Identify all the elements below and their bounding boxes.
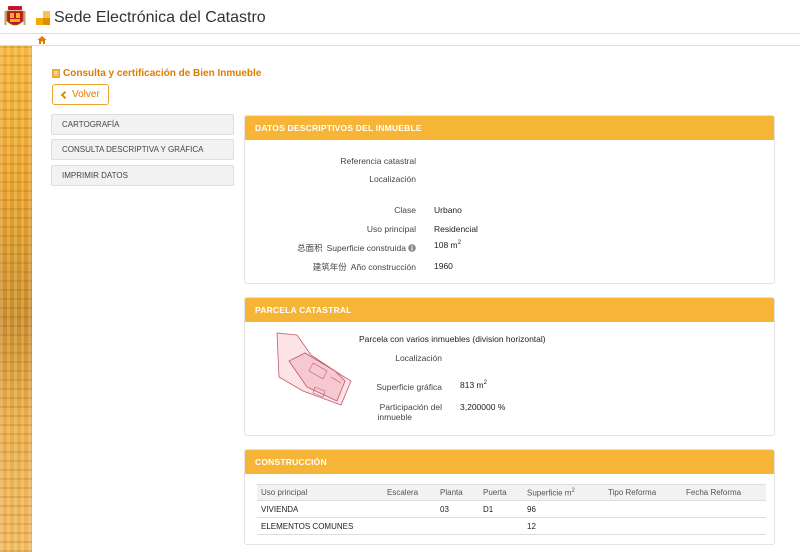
table-row: ELEMENTOS COMUNES 12 xyxy=(257,517,766,535)
table-cell: 96 xyxy=(523,500,604,518)
construction-table: Uso principal Escalera Planta Puerta Sup… xyxy=(257,484,766,535)
menu-item-imprimir-datos[interactable]: IMPRIMIR DATOS xyxy=(51,165,234,186)
localizacion-label: Localización xyxy=(369,174,416,184)
col-uso-principal: Uso principal xyxy=(257,484,383,501)
col-superficie: Superficie m2 xyxy=(523,484,604,501)
anio-annotation: 建筑年份 xyxy=(312,262,347,272)
parcel-localizacion-label: Localización xyxy=(395,353,442,363)
col-puerta: Puerta xyxy=(479,484,523,501)
participacion-label-2: inmueble xyxy=(377,412,413,422)
participacion-value: 3,200000 % xyxy=(460,402,506,412)
table-row: VIVIENDA 03 D1 96 xyxy=(257,500,766,518)
page-title: Consulta y certificación de Bien Inmuebl… xyxy=(63,67,262,79)
superficie-grafica-value: 813 m xyxy=(460,380,484,390)
parcel-description: Parcela con varios inmuebles (division h… xyxy=(359,334,546,344)
home-icon[interactable] xyxy=(37,35,47,45)
col-planta: Planta xyxy=(436,484,479,501)
table-cell xyxy=(682,500,766,518)
document-icon xyxy=(52,68,60,78)
construction-panel: CONSTRUCCIÓN Uso principal Escalera Plan… xyxy=(244,449,775,545)
parcel-panel: PARCELA CATASTRAL Parcela con varios inm… xyxy=(244,297,775,436)
table-cell xyxy=(682,517,766,535)
table-cell: D1 xyxy=(479,500,523,518)
col-escalera: Escalera xyxy=(383,484,436,501)
spain-crest-icon xyxy=(4,6,26,26)
superficie-annotation: 总面积 xyxy=(297,243,323,253)
uso-principal-value: Residencial xyxy=(434,224,478,234)
descriptive-data-header: DATOS DESCRIPTIVOS DEL INMUEBLE xyxy=(245,116,774,140)
col-fecha-reforma: Fecha Reforma xyxy=(682,484,766,501)
menu-item-consulta-descriptiva[interactable]: CONSULTA DESCRIPTIVA Y GRÁFICA xyxy=(51,139,234,160)
app-title: Sede Electrónica del Catastro xyxy=(54,9,266,26)
top-header: Sede Electrónica del Catastro xyxy=(0,0,800,34)
table-cell: 03 xyxy=(436,500,479,518)
table-cell xyxy=(479,517,523,535)
uso-principal-label: Uso principal xyxy=(366,224,416,234)
table-cell xyxy=(604,500,682,518)
page-heading: Consulta y certificación de Bien Inmuebl… xyxy=(52,66,261,80)
anio-construccion-label: Año construcción xyxy=(350,262,416,272)
menu-item-cartografia[interactable]: CARTOGRAFÍA xyxy=(51,114,234,135)
table-cell xyxy=(436,517,479,535)
table-cell: ELEMENTOS COMUNES xyxy=(257,517,383,535)
info-icon[interactable] xyxy=(408,244,416,252)
col-tipo-reforma: Tipo Reforma xyxy=(604,484,682,501)
superficie-grafica-label: Superficie gráfica xyxy=(376,382,442,392)
table-cell: 12 xyxy=(523,517,604,535)
participacion-label: Participación del xyxy=(379,402,442,412)
catastro-logo-icon xyxy=(36,11,50,25)
parcel-plan-image[interactable] xyxy=(275,331,359,411)
table-cell: VIVIENDA xyxy=(257,500,383,518)
ref-catastral-label: Referencia catastral xyxy=(340,156,416,166)
table-cell xyxy=(383,500,436,518)
superficie-construida-value: 108 m xyxy=(434,240,458,250)
construction-header: CONSTRUCCIÓN xyxy=(245,450,774,474)
side-banner-image xyxy=(0,34,32,552)
superficie-construida-label: Superficie construida xyxy=(326,243,406,253)
descriptive-data-panel: DATOS DESCRIPTIVOS DEL INMUEBLE Referenc… xyxy=(244,115,775,284)
clase-label: Clase xyxy=(394,205,416,215)
table-cell xyxy=(383,517,436,535)
breadcrumb xyxy=(0,34,800,46)
chevron-left-icon xyxy=(60,90,67,99)
parcel-header: PARCELA CATASTRAL xyxy=(245,298,774,322)
table-header-row: Uso principal Escalera Planta Puerta Sup… xyxy=(257,484,766,501)
anio-construccion-value: 1960 xyxy=(434,261,453,271)
table-cell xyxy=(604,517,682,535)
back-button[interactable]: Volver xyxy=(52,84,109,105)
back-button-label: Volver xyxy=(72,89,100,100)
clase-value: Urbano xyxy=(434,205,462,215)
